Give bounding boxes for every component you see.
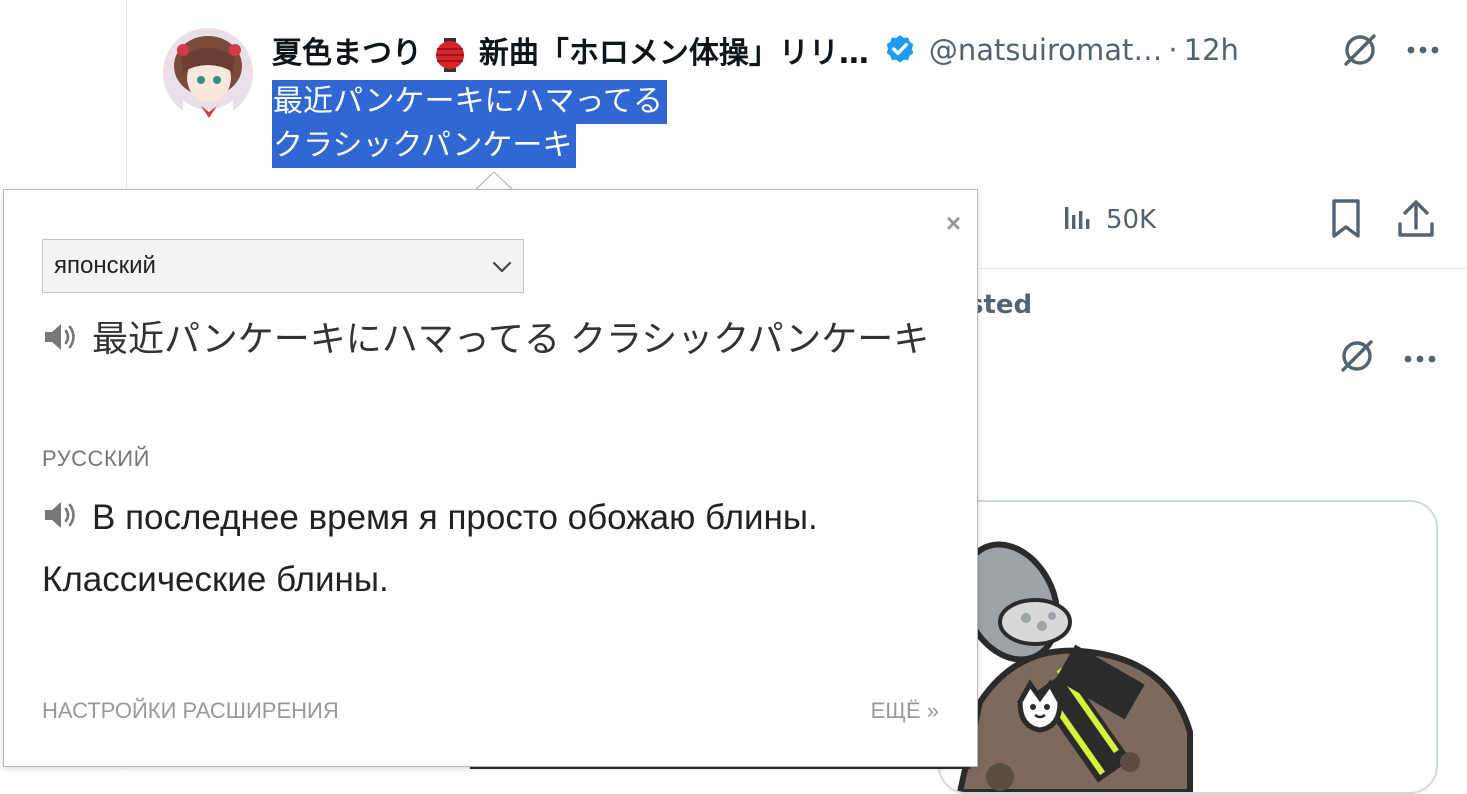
author-name-part1: 夏色まつり	[272, 36, 422, 71]
next-tweet-header-actions	[1337, 336, 1437, 380]
media-illustration	[956, 541, 1193, 792]
avatar[interactable]	[163, 28, 253, 118]
speaker-icon[interactable]	[42, 490, 80, 550]
tweet-actions: 50K	[1062, 196, 1156, 244]
tweet-text-line1: 最近パンケーキにハマってる	[272, 80, 667, 124]
share-icon[interactable]	[1396, 198, 1436, 244]
translation-block: В последнее время я просто обожаю блины.…	[42, 488, 962, 610]
translation-popup: × японский 最近パンケーキにハマってる クラシックパンケーキ РУСС…	[3, 189, 978, 767]
tweet-media[interactable]	[938, 500, 1438, 794]
views-count: 50K	[1106, 205, 1157, 235]
grok-icon[interactable]	[1337, 336, 1377, 380]
translation-text: В последнее время я просто обожаю блины.…	[42, 498, 818, 599]
source-language-select[interactable]: японский	[42, 239, 524, 293]
header-separator: ·	[1168, 33, 1178, 67]
more-icon[interactable]	[1403, 349, 1437, 368]
more-icon[interactable]	[1406, 45, 1440, 55]
more-link[interactable]: ЕЩЁ »	[871, 698, 939, 724]
tweet-text-line2: クラシックパンケーキ	[272, 124, 577, 168]
grok-icon[interactable]	[1340, 30, 1380, 70]
views-button[interactable]: 50K	[1062, 201, 1156, 240]
tweet-header: 夏色まつり 新曲「ホロメン体操」リリ… @natsuiromat… · 12h	[272, 28, 1452, 72]
author-name-part2: 新曲「ホロメン体操」リリ…	[478, 36, 869, 71]
chevron-down-icon	[489, 254, 515, 287]
source-text-block: 最近パンケーキにハマってる クラシックパンケーキ	[42, 308, 942, 372]
close-icon[interactable]: ×	[946, 208, 961, 239]
author-handle[interactable]: @natsuiromat…	[929, 33, 1163, 67]
tweet-time[interactable]: 12h	[1184, 33, 1239, 67]
source-language-value: японский	[54, 252, 156, 279]
lantern-emoji-icon	[435, 37, 465, 72]
extension-settings-link[interactable]: НАСТРОЙКИ РАСШИРЕНИЯ	[42, 698, 339, 724]
tweet-text[interactable]: 最近パンケーキにハマってる クラシックパンケーキ	[272, 80, 667, 168]
verified-badge-icon	[883, 33, 917, 67]
views-chart-icon	[1062, 201, 1094, 240]
author-name[interactable]: 夏色まつり 新曲「ホロメン体操」リリ…	[272, 28, 869, 72]
speaker-icon[interactable]	[42, 310, 80, 372]
source-text: 最近パンケーキにハマってる クラシックパンケーキ	[92, 318, 930, 359]
bookmark-icon[interactable]	[1328, 198, 1364, 244]
target-language-label: РУССКИЙ	[42, 446, 150, 471]
